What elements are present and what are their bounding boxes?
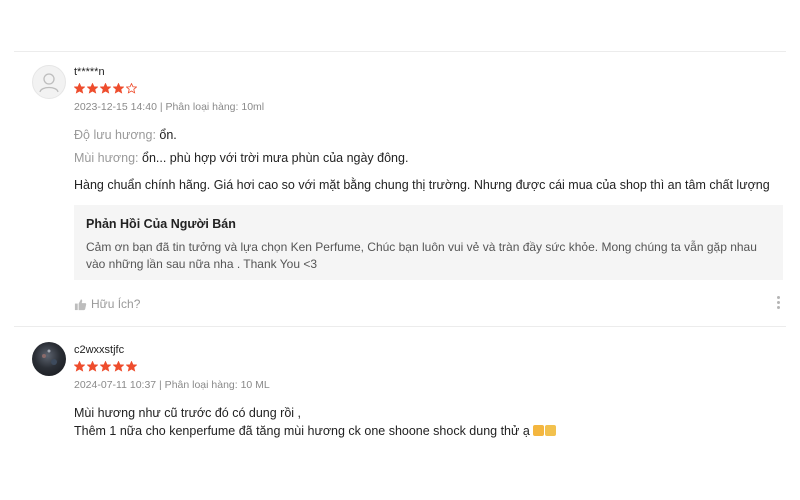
star-rating <box>74 83 137 94</box>
star-filled-icon <box>87 83 98 94</box>
attribute-longevity: Độ lưu hương: ổn. <box>74 128 177 142</box>
attribute-label: Mùi hương: <box>74 151 139 165</box>
emoji-icon <box>545 425 557 436</box>
helpful-button[interactable]: Hữu Ích? <box>74 297 140 311</box>
avatar[interactable] <box>32 65 66 99</box>
more-options-icon[interactable] <box>777 296 780 309</box>
attribute-label: Độ lưu hương: <box>74 128 156 142</box>
top-divider <box>14 51 786 52</box>
seller-reply: Phản Hồi Của Người Bán Cảm ơn bạn đã tin… <box>74 205 783 280</box>
star-filled-icon <box>126 361 137 372</box>
user-placeholder-icon <box>39 73 59 93</box>
star-filled-icon <box>113 83 124 94</box>
review-divider <box>14 326 786 327</box>
seller-reply-line-1: Cảm ơn bạn đã tin tưởng và lựa chọn Ken … <box>86 240 757 254</box>
star-empty-icon <box>126 83 137 94</box>
review-username[interactable]: c2wxxstjfc <box>74 344 124 356</box>
review-username[interactable]: t*****n <box>74 66 105 78</box>
review-meta: 2024-07-11 10:37 | Phân loại hàng: 10 ML <box>74 379 270 391</box>
star-filled-icon <box>74 83 85 94</box>
thumbs-up-icon <box>74 298 87 310</box>
star-filled-icon <box>74 361 85 372</box>
star-filled-icon <box>100 361 111 372</box>
star-filled-icon <box>87 361 98 372</box>
attribute-value: ổn. <box>155 128 177 142</box>
helpful-label: Hữu Ích? <box>91 297 141 311</box>
star-rating <box>74 361 137 372</box>
attribute-value: ổn... phù hợp với trời mưa phùn của ngày… <box>138 151 409 165</box>
avatar-photo <box>42 349 57 365</box>
review-comment: Hàng chuẩn chính hãng. Giá hơi cao so vớ… <box>74 178 770 192</box>
seller-reply-title: Phản Hồi Của Người Bán <box>86 217 236 231</box>
star-filled-icon <box>100 83 111 94</box>
emoji-icon <box>533 425 545 436</box>
avatar[interactable] <box>32 342 66 376</box>
star-filled-icon <box>113 361 124 372</box>
review-meta: 2023-12-15 14:40 | Phân loại hàng: 10ml <box>74 101 265 113</box>
review-comment-text: Thêm 1 nữa cho kenperfume đã tăng mùi hư… <box>74 424 530 438</box>
attribute-scent: Mùi hương: ổn... phù hợp với trời mưa ph… <box>74 151 408 165</box>
review-comment-line-2: Thêm 1 nữa cho kenperfume đã tăng mùi hư… <box>74 424 557 438</box>
review-comment-line-1: Mùi hương như cũ trước đó có dung rồi , <box>74 406 302 420</box>
seller-reply-line-2: vào những lần sau nữa nha . Thank You <3 <box>86 257 318 271</box>
